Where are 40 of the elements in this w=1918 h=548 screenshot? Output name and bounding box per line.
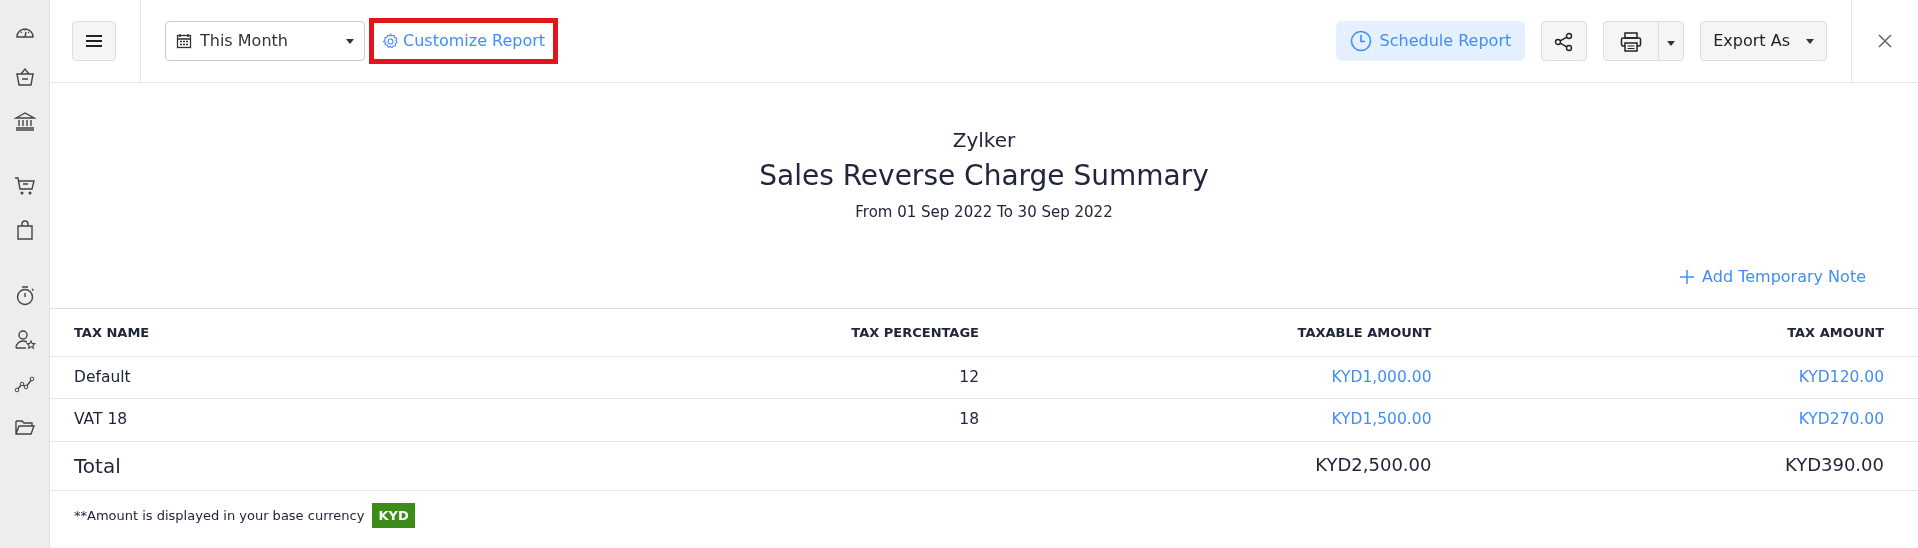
total-label: Total: [74, 452, 122, 480]
customize-report-link[interactable]: Customize Report: [369, 18, 559, 64]
calendar-icon: [176, 33, 192, 49]
gear-icon: [382, 32, 399, 50]
export-as-dropdown[interactable]: Export As: [1700, 21, 1827, 61]
column-header: TAX PERCENTAGE: [850, 323, 979, 342]
basket-icon[interactable]: [13, 66, 36, 88]
column-header: TAX AMOUNT: [1786, 323, 1884, 342]
printer-icon: [1620, 31, 1643, 52]
currency-tag: KYD: [372, 502, 415, 528]
company-name: Zylker: [951, 127, 1017, 154]
table-cell-text: VAT 18: [74, 409, 129, 431]
user-star-icon[interactable]: [13, 328, 36, 350]
plus-icon: [1680, 269, 1695, 284]
clock-icon: [1349, 30, 1372, 52]
amount-link[interactable]: KYD270.00: [1431, 399, 1884, 441]
amount-link[interactable]: KYD1,000.00: [979, 357, 1432, 399]
close-icon: [1878, 34, 1892, 48]
table-cell-text: Default: [74, 367, 132, 388]
share-button[interactable]: [1541, 21, 1588, 61]
amount-link[interactable]: KYD120.00: [1431, 357, 1884, 399]
period-dropdown[interactable]: This Month: [165, 21, 365, 61]
schedule-report-button[interactable]: Schedule Report: [1335, 21, 1526, 61]
report-title: Sales Reverse Charge Summary: [758, 158, 1210, 194]
bank-icon[interactable]: [13, 110, 36, 132]
table-cell-text: KYD2,500.00: [1314, 452, 1432, 477]
add-note-link[interactable]: Add Temporary Note: [1674, 263, 1872, 290]
share-icon: [1554, 31, 1575, 52]
amount-link[interactable]: KYD1,500.00: [979, 399, 1432, 441]
menu-button[interactable]: [72, 21, 116, 61]
footnote-text: **Amount is displayed in your base currency: [74, 506, 365, 525]
column-header: TAXABLE AMOUNT: [1296, 323, 1432, 342]
date-range: From 01 Sep 2022 To 30 Sep 2022: [854, 202, 1114, 223]
table-cell-text: 12: [958, 367, 979, 388]
cart-icon[interactable]: [13, 175, 36, 197]
caret-icon: [346, 38, 354, 44]
column-header: TAX NAME: [74, 323, 151, 342]
table-cell-text: KYD390.00: [1784, 452, 1884, 477]
menu-icon: [85, 34, 103, 48]
table-cell-text: 18: [958, 409, 979, 431]
